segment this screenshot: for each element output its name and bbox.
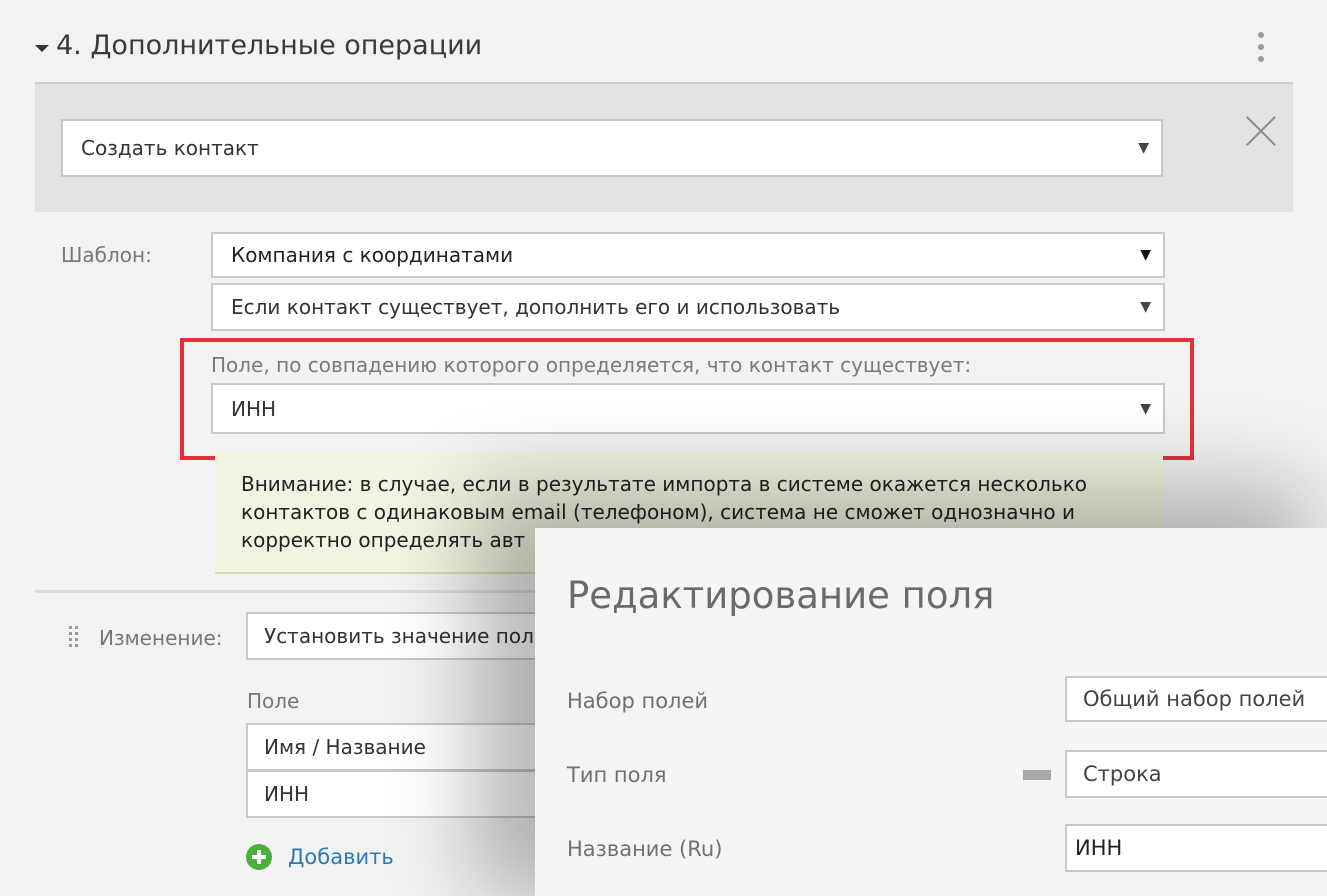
match-field-label: Поле, по совпадению которого определяетс… [211, 353, 972, 377]
field-type-label: Тип поля [567, 763, 667, 787]
dropdown-arrow-icon: ▼ [1140, 400, 1151, 417]
fieldset-label: Набор полей [567, 689, 709, 713]
name-ru-value: ИНН [1075, 836, 1123, 860]
field-label: Поле [247, 689, 300, 713]
exists-mode-select[interactable]: Если контакт существует, дополнить его и… [211, 283, 1165, 331]
name-ru-label: Название (Ru) [567, 837, 723, 861]
close-icon[interactable] [1245, 115, 1277, 147]
dropdown-arrow-icon: ▼ [1140, 247, 1151, 263]
dropdown-arrow-icon: ▼ [1138, 140, 1149, 156]
minus-icon [1023, 770, 1051, 780]
drag-handle-icon[interactable] [69, 626, 81, 650]
warning-line: контактов с одинаковым email (телефоном)… [241, 500, 1075, 524]
exists-mode-value: Если контакт существует, дополнить его и… [231, 295, 841, 319]
change-action-value: Установить значение пол [264, 624, 534, 648]
field-type-value: Строка [1083, 762, 1162, 786]
operation-type-value: Создать контакт [81, 136, 259, 160]
field-value: Имя / Название [264, 735, 426, 759]
section-title: 4. Дополнительные операции [56, 30, 483, 61]
field-type-select[interactable]: Строка [1065, 750, 1327, 798]
warning-line: Внимание: в случае, если в результате им… [241, 472, 1088, 496]
change-label: Изменение: [99, 626, 223, 650]
add-icon[interactable] [246, 844, 272, 870]
operation-type-select[interactable]: Создать контакт ▼ [61, 119, 1163, 177]
edit-field-modal: Редактирование поля Набор полей Общий на… [535, 528, 1327, 896]
more-options-icon[interactable] [1258, 32, 1264, 68]
fieldset-value: Общий набор полей [1083, 687, 1306, 711]
modal-title: Редактирование поля [567, 574, 995, 617]
fieldset-select[interactable]: Общий набор полей [1065, 676, 1327, 722]
template-value: Компания с координатами [231, 243, 514, 267]
template-select[interactable]: Компания с координатами ▼ [211, 232, 1165, 278]
dropdown-arrow-icon: ▼ [1140, 299, 1151, 315]
match-field-value: ИНН [231, 396, 277, 421]
add-link[interactable]: Добавить [288, 845, 394, 869]
field-value: ИНН [264, 782, 310, 806]
template-label: Шаблон: [61, 243, 152, 267]
match-field-select[interactable]: ИНН ▼ [211, 383, 1165, 434]
name-ru-input[interactable]: ИНН [1065, 824, 1327, 872]
collapse-caret-icon[interactable] [35, 45, 49, 52]
